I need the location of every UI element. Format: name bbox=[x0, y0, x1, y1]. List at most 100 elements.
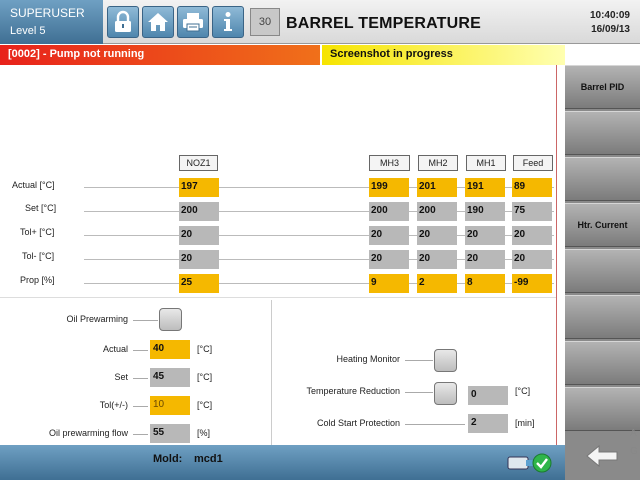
cell-tolminus-mh1[interactable]: 20 bbox=[465, 250, 505, 269]
oil-tol-unit: [°C] bbox=[197, 400, 213, 410]
alarm-bar: [0002] - Pump not running Screenshot in … bbox=[0, 45, 565, 65]
cold-start-field[interactable]: 2 bbox=[468, 414, 508, 433]
temp-reduction-toggle[interactable] bbox=[434, 382, 457, 405]
heating-monitor-toggle[interactable] bbox=[434, 349, 457, 372]
softkey-barrel-pid[interactable]: Barrel PID bbox=[565, 65, 640, 109]
temp-reduction-unit: [°C] bbox=[515, 386, 531, 396]
cell-actual-mh1: 191 bbox=[465, 178, 505, 197]
print-button[interactable] bbox=[177, 6, 209, 38]
cell-prop-mh3: 9 bbox=[369, 274, 409, 293]
side-mark-a: A bbox=[630, 428, 637, 439]
softkey-htr-current[interactable]: Htr. Current bbox=[565, 203, 640, 247]
oil-flow-label: Oil prewarming flow bbox=[48, 428, 128, 438]
column-header-feed: Feed bbox=[513, 155, 553, 171]
home-button[interactable] bbox=[142, 6, 174, 38]
user-name: SUPERUSER bbox=[10, 6, 85, 20]
clock-time: 10:40:09 bbox=[589, 10, 630, 21]
alarm-message[interactable]: [0002] - Pump not running bbox=[0, 45, 320, 65]
leader-line bbox=[405, 392, 433, 393]
row-label-prop: Prop [%] bbox=[20, 275, 55, 285]
softkey-2[interactable] bbox=[565, 111, 640, 155]
row-label-tol-minus: Tol- [°C] bbox=[22, 251, 55, 261]
cell-tolplus-mh1[interactable]: 20 bbox=[465, 226, 505, 245]
cell-tolminus-feed[interactable]: 20 bbox=[512, 250, 552, 269]
home-icon bbox=[148, 13, 168, 31]
oil-actual-label: Actual bbox=[102, 344, 128, 354]
oil-actual-value: 40 bbox=[150, 340, 190, 359]
user-level: Level 5 bbox=[10, 25, 46, 37]
info-button[interactable] bbox=[212, 6, 244, 38]
oil-prewarming-toggle[interactable] bbox=[159, 308, 182, 331]
cell-actual-noz1: 197 bbox=[179, 178, 219, 197]
cell-set-mh3[interactable]: 200 bbox=[369, 202, 409, 221]
clock-date: 16/09/13 bbox=[591, 24, 630, 35]
oil-flow-unit: [%] bbox=[197, 428, 211, 438]
oil-tol-field[interactable]: 10 bbox=[150, 396, 190, 415]
cell-tolplus-noz1[interactable]: 20 bbox=[179, 226, 219, 245]
cell-prop-mh2: 2 bbox=[417, 274, 457, 293]
cell-tolminus-noz1[interactable]: 20 bbox=[179, 250, 219, 269]
status-message: Screenshot in progress bbox=[322, 45, 565, 65]
lock-icon bbox=[115, 10, 131, 32]
cell-prop-noz1: 25 bbox=[179, 274, 219, 293]
cold-start-label: Cold Start Protection bbox=[316, 418, 400, 428]
page-counter: 30 bbox=[250, 8, 280, 36]
softkey-8[interactable] bbox=[565, 387, 640, 431]
column-header-mh3: MH3 bbox=[369, 155, 410, 171]
cell-set-mh1[interactable]: 190 bbox=[465, 202, 505, 221]
back-arrow-icon[interactable] bbox=[585, 440, 619, 472]
leader-line bbox=[133, 378, 148, 379]
row-label-tol-plus: Tol+ [°C] bbox=[20, 227, 55, 237]
oil-tol-label: Tol(+/-) bbox=[99, 400, 128, 410]
cell-tolplus-mh2[interactable]: 20 bbox=[417, 226, 457, 245]
clock: 10:40:09 16/09/13 bbox=[590, 9, 630, 37]
mold-value: mcd1 bbox=[194, 453, 223, 465]
panel-divider bbox=[271, 300, 272, 445]
leader-line bbox=[405, 360, 433, 361]
cell-actual-feed: 89 bbox=[512, 178, 552, 197]
cell-tolminus-mh3[interactable]: 20 bbox=[369, 250, 409, 269]
cell-set-noz1[interactable]: 200 bbox=[179, 202, 219, 221]
oil-prewarming-label: Oil Prewarming bbox=[66, 314, 128, 324]
row-label-set: Set [°C] bbox=[25, 203, 57, 213]
cell-set-mh2[interactable]: 200 bbox=[417, 202, 457, 221]
cell-tolplus-feed[interactable]: 20 bbox=[512, 226, 552, 245]
cell-prop-mh1: 8 bbox=[465, 274, 505, 293]
heating-monitor-label: Heating Monitor bbox=[336, 354, 400, 364]
cell-actual-mh3: 199 bbox=[369, 178, 409, 197]
leader-line bbox=[133, 350, 148, 351]
lock-button[interactable] bbox=[107, 6, 139, 38]
printer-icon bbox=[183, 13, 203, 32]
softkey-7[interactable] bbox=[565, 341, 640, 385]
oil-flow-field[interactable]: 55 bbox=[150, 424, 190, 443]
oil-set-label: Set bbox=[114, 372, 128, 382]
mold-label: Mold: bbox=[153, 453, 183, 465]
user-info[interactable]: SUPERUSER Level 5 bbox=[0, 0, 103, 44]
temp-reduction-field[interactable]: 0 bbox=[468, 386, 508, 405]
side-mark-g: G bbox=[630, 446, 638, 457]
footer-bar: Mold: mcd1 bbox=[0, 445, 565, 480]
page-title: BARREL TEMPERATURE bbox=[286, 15, 482, 32]
cell-set-feed[interactable]: 75 bbox=[512, 202, 552, 221]
oil-set-unit: [°C] bbox=[197, 372, 213, 382]
oil-set-field[interactable]: 45 bbox=[150, 368, 190, 387]
softkey-3[interactable] bbox=[565, 157, 640, 201]
cell-prop-feed: -99 bbox=[512, 274, 552, 293]
column-header-mh1: MH1 bbox=[466, 155, 506, 171]
leader-line bbox=[133, 406, 148, 407]
cell-actual-mh2: 201 bbox=[417, 178, 457, 197]
softkey-column: Barrel PID Htr. Current bbox=[565, 65, 640, 480]
softkey-5[interactable] bbox=[565, 249, 640, 293]
leader-line bbox=[405, 424, 465, 425]
right-divider bbox=[556, 65, 557, 445]
side-marks: A G bbox=[630, 425, 638, 461]
leader-line bbox=[133, 320, 158, 321]
usb-check-icon[interactable] bbox=[506, 451, 552, 475]
cell-tolplus-mh3[interactable]: 20 bbox=[369, 226, 409, 245]
info-icon bbox=[224, 12, 232, 31]
temp-reduction-label: Temperature Reduction bbox=[306, 386, 400, 396]
cell-tolminus-mh2[interactable]: 20 bbox=[417, 250, 457, 269]
column-header-mh2: MH2 bbox=[418, 155, 458, 171]
softkey-6[interactable] bbox=[565, 295, 640, 339]
section-divider bbox=[0, 297, 556, 298]
